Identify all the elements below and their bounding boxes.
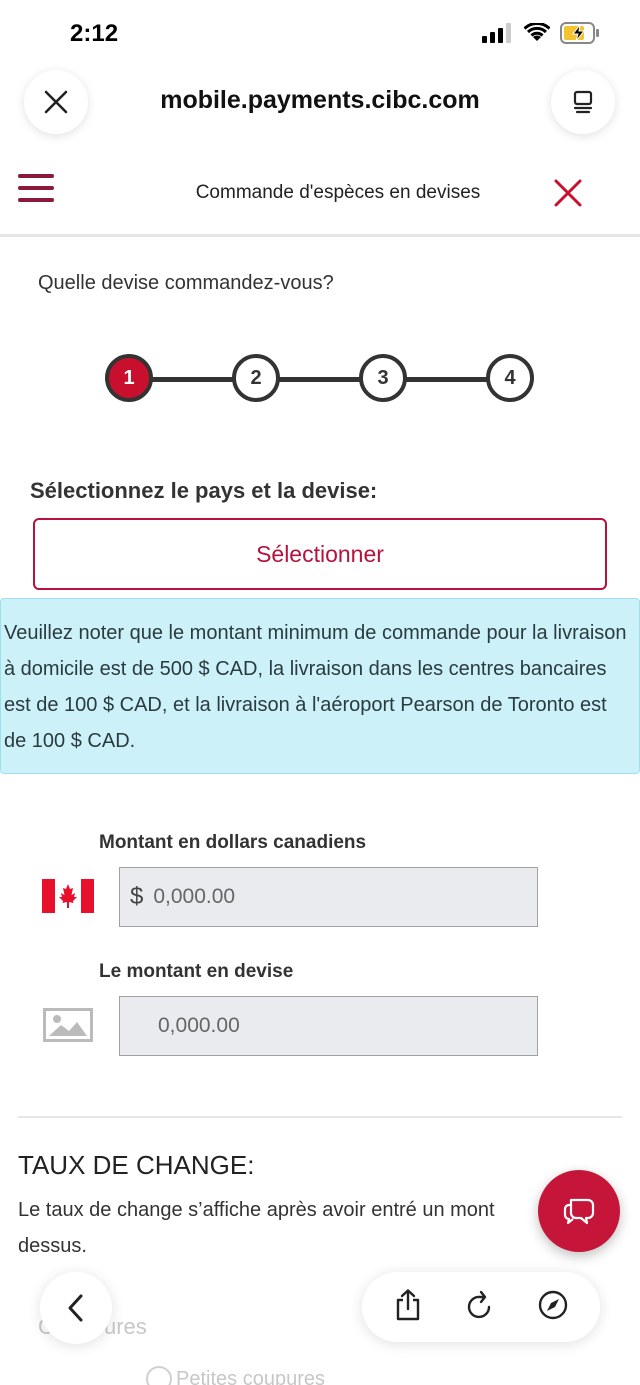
share-button[interactable] (393, 1288, 423, 1327)
battery-charging-icon (560, 22, 599, 44)
question-text: Quelle devise commandez-vous? (38, 272, 334, 294)
exchange-rate-title: TAUX DE CHANGE: (18, 1150, 255, 1180)
status-icons (482, 22, 600, 44)
compass-button[interactable] (537, 1289, 569, 1326)
step-2: 2 (232, 354, 280, 402)
chevron-left-icon (68, 1294, 83, 1322)
reload-icon (467, 1290, 491, 1318)
country-select-label: Sélectionnez le pays et la devise: (30, 478, 378, 503)
image-placeholder-icon (43, 1008, 93, 1047)
stepper-line (150, 377, 490, 382)
browser-toolbar (362, 1272, 600, 1342)
compass-icon (538, 1290, 568, 1319)
foreign-amount-input[interactable]: 0,000.00 (119, 996, 538, 1056)
chat-button[interactable] (538, 1170, 620, 1252)
small-bills-label: Petites coupures (176, 1367, 325, 1385)
exchange-rate-text: Le taux de change s’affiche après avoir … (18, 1192, 558, 1264)
cad-amount-input[interactable]: $ 0,000.00 (119, 867, 538, 927)
foreign-amount-placeholder: 0,000.00 (158, 1014, 240, 1037)
status-time: 2:12 (70, 20, 119, 47)
minimum-order-notice: Veuillez noter que le montant minimum de… (0, 598, 640, 774)
exchange-rate-text-line1: Le taux de change s’affiche après avoir … (18, 1199, 495, 1221)
tabs-icon (573, 90, 593, 114)
step-1: 1 (105, 354, 153, 402)
radio-circle (146, 1366, 172, 1385)
exchange-rate-text-line2: dessus. (18, 1235, 87, 1257)
browser-back-button[interactable] (40, 1272, 112, 1344)
page-title: Commande d'espèces en devises (195, 182, 481, 203)
section-divider (18, 1116, 622, 1118)
small-bills-option[interactable]: Petites coupures (146, 1366, 325, 1385)
close-icon (554, 179, 582, 207)
cad-amount-placeholder: 0,000.00 (153, 885, 236, 908)
currency-symbol: $ (130, 883, 144, 910)
wifi-icon (524, 23, 550, 41)
cad-amount-label: Montant en dollars canadiens (99, 832, 367, 853)
reload-button[interactable] (465, 1289, 495, 1326)
foreign-amount-label: Le montant en devise (99, 961, 294, 982)
chat-bubbles-icon (563, 1198, 595, 1225)
step-4: 4 (486, 354, 534, 402)
header-divider (0, 234, 640, 237)
step-3: 3 (359, 354, 407, 402)
app-close-button[interactable] (553, 178, 583, 213)
select-country-button[interactable]: Sélectionner (33, 518, 607, 590)
signal-icon (482, 23, 511, 43)
browser-menu-button[interactable] (551, 70, 615, 134)
share-icon (396, 1288, 420, 1320)
canada-flag-icon (42, 879, 94, 918)
url-bar[interactable]: mobile.payments.cibc.com (0, 86, 640, 115)
